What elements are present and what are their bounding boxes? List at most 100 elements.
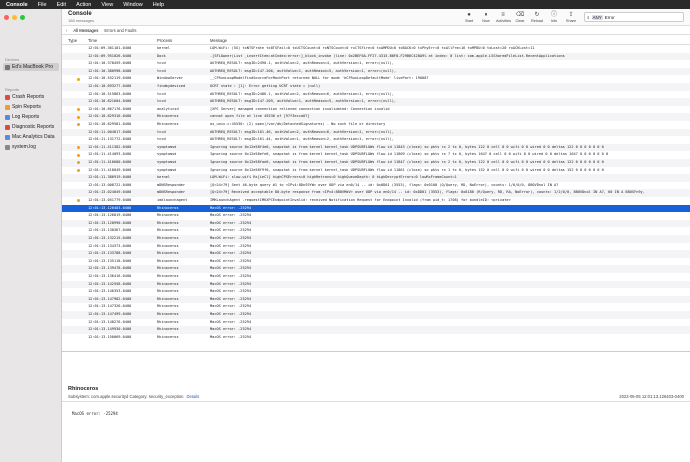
table-row[interactable]: 12:01:11.131772-0400 tccd AUTHREQ_RESULT: … (62, 136, 690, 144)
toolbar-button-activities[interactable]: ≡ Activities (496, 11, 511, 23)
log-process: Rhinoceros (157, 274, 179, 278)
toolbar-button-clear[interactable]: ⌫ Clear (513, 11, 527, 23)
column-type[interactable]: Type (68, 38, 77, 43)
toolbar-button-info[interactable]: ⓘ Info (547, 11, 561, 23)
table-row[interactable]: 12:01:10.552119-0400 WindowServer __CFRunL… (62, 75, 690, 83)
column-time[interactable]: Time (88, 38, 97, 43)
log-process: Rhinoceros (157, 243, 179, 248)
sidebar-item-report[interactable]: Diagnostic Reports (3, 123, 59, 131)
table-row[interactable]: 12:01:11.004817-0400 tccd AUTHREQ_RESULT: … (62, 128, 690, 137)
table-row[interactable]: 12:01:10.515863-0400 tccd AUTHREQ_RESULT: … (62, 91, 690, 99)
warning-dot-icon (77, 146, 80, 150)
log-time: 12:01:13.135118-0400 (88, 258, 132, 263)
toolbar-button-label: Reload (530, 19, 544, 23)
sidebar-item-report[interactable]: system.log (3, 143, 59, 151)
log-process: analyticsd (157, 106, 179, 111)
log-process: Rhinoceros (157, 289, 179, 294)
table-row[interactable]: 12:01:11.411382-0400 symptomsd Ignoring so… (62, 143, 690, 152)
toolbar-button-reload[interactable]: ↻ Reload (530, 11, 544, 23)
toolbar-button-share[interactable]: ⇪ Share (564, 11, 578, 23)
tab-errors-and-faults[interactable]: Errors and Faults (104, 28, 136, 33)
log-message: MacOS error: -25294 (210, 289, 252, 294)
table-row[interactable]: 12:01:13.147499-0400 Rhinoceros MacOS erro… (62, 311, 690, 319)
menu-item-window[interactable]: Window (123, 2, 143, 8)
search-field[interactable]: ⌕ ANY Error (584, 12, 684, 22)
table-row[interactable]: 12:01:09.361101-0400 kernel LQM-WiFi: (5G)… (62, 45, 690, 53)
log-time: 12:01:11.004817-0400 (88, 129, 132, 134)
search-token[interactable]: ANY (591, 14, 603, 20)
log-message: MacOS error: -25294 (210, 236, 252, 240)
menu-item-console[interactable]: Console (6, 2, 28, 8)
log-time: 12:01:13.142558-0400 (88, 281, 132, 286)
table-row[interactable]: 12:01:09.951026-0400 Dock -[SFLOwner(List … (62, 52, 690, 61)
warning-dot-icon (77, 168, 80, 172)
table-row[interactable]: 12:01:13.008722-0400 mDNSResponder [Q<24>7… (62, 182, 690, 190)
minimize-window-button[interactable] (12, 15, 17, 20)
table-row[interactable]: 12:01:13.132215-0400 Rhinoceros MacOS erro… (62, 235, 690, 243)
log-time: 12:01:10.515863-0400 (88, 91, 132, 96)
close-window-button[interactable] (4, 15, 9, 20)
menu-item-help[interactable]: Help (153, 2, 164, 8)
table-row[interactable]: 12:01:13.146353-0400 Rhinoceros MacOS erro… (62, 288, 690, 296)
log-message: AUTHREQ_RESULT: msgID=147.209, authValue… (210, 99, 397, 104)
log-table: 12:01:09.361101-0400 kernel LQM-WiFi: (5G)… (62, 45, 690, 351)
table-row[interactable]: 12:01:11.416600-0400 symptomsd Ignoring so… (62, 159, 690, 167)
report-icon (5, 124, 10, 130)
table-row[interactable]: 12:01:13.126403-0400 Rhinoceros MacOS erro… (62, 204, 690, 213)
menu-item-view[interactable]: View (101, 2, 113, 8)
table-row[interactable]: 12:01:13.126819-0400 Rhinoceros MacOS erro… (62, 212, 690, 220)
column-message[interactable]: Message (210, 38, 227, 43)
toolbar-button-label: Activities (496, 19, 511, 23)
sidebar-item-report[interactable]: Mac Analytics Data (3, 133, 59, 141)
table-row[interactable]: 12:01:13.139478-0400 Rhinoceros MacOS erro… (62, 265, 690, 273)
toolbar-button-label: Info (550, 19, 558, 23)
sidebar-item-report[interactable]: Spin Reports (3, 103, 59, 111)
chevron-left-icon[interactable]: ‹ (66, 28, 67, 33)
log-process: Rhinoceros (157, 296, 179, 301)
table-row[interactable]: 12:01:13.149930-0400 Rhinoceros MacOS erro… (62, 326, 690, 334)
table-row[interactable]: 12:01:13.024049-0400 mDNSResponder [Q<24>7… (62, 189, 690, 197)
report-icon (5, 94, 10, 100)
log-message: MacOS error: -25294 (210, 296, 252, 301)
table-row[interactable]: 12:01:13.148276-0400 Rhinoceros MacOS erro… (62, 319, 690, 327)
menu-item-action[interactable]: Action (76, 2, 91, 8)
table-row[interactable]: 12:01:10.378459-0400 tccd AUTHREQ_RESULT: … (62, 60, 690, 68)
table-row[interactable]: 12:01:13.051779-0400 imklaunchagent IMKLau… (62, 197, 690, 205)
search-input[interactable]: Error (605, 15, 615, 20)
table-row[interactable]: 12:01:13.142558-0400 Rhinoceros MacOS erro… (62, 280, 690, 289)
toolbar-button-now[interactable]: ⏸ Now (479, 11, 493, 23)
log-message: MacOS error: -25294 (210, 220, 252, 225)
log-message: MacOS error: -25294 (210, 312, 252, 316)
menu-item-file[interactable]: File (38, 2, 47, 8)
table-row[interactable]: 12:01:13.135118-0400 Rhinoceros MacOS erro… (62, 258, 690, 266)
table-row[interactable]: 12:01:10.829316-0400 Rhinoceros cannot ope… (62, 113, 690, 121)
sidebar-item-report[interactable]: Log Reports (3, 113, 59, 121)
table-row[interactable]: 12:01:10.380998-0400 tccd AUTHREQ_RESULT: … (62, 67, 690, 76)
table-row[interactable]: 12:01:13.128990-0400 Rhinoceros MacOS erro… (62, 219, 690, 228)
table-row[interactable]: 12:01:10.867176-0400 analyticsd [XPC Serve… (62, 106, 690, 114)
details-link[interactable]: Details (186, 394, 199, 399)
table-row[interactable]: 12:01:10.693277-0400 findmydeviced UCRT st… (62, 83, 690, 91)
log-process: tccd (157, 129, 166, 134)
table-row[interactable]: 12:01:13.150069-0400 Rhinoceros MacOS erro… (62, 334, 690, 342)
table-row[interactable]: 12:01:13.134373-0400 Rhinoceros MacOS erro… (62, 243, 690, 251)
menu-item-edit[interactable]: Edit (57, 2, 66, 8)
sidebar-item-device[interactable]: Ed's MacBook Pro (3, 63, 59, 71)
table-row[interactable]: 12:01:13.136416-0400 Rhinoceros MacOS erro… (62, 273, 690, 281)
table-row[interactable]: 12:01:11.414093-0400 symptomsd Ignoring so… (62, 151, 690, 159)
zoom-window-button[interactable] (20, 15, 25, 20)
table-row[interactable]: 12:01:10.829581-0400 Rhinoceros os_unix.c:… (62, 121, 690, 129)
table-row[interactable]: 12:01:13.147982-0400 Rhinoceros MacOS erro… (62, 295, 690, 304)
table-row[interactable]: 12:01:13.147326-0400 Rhinoceros MacOS erro… (62, 303, 690, 311)
table-row[interactable]: 12:01:13.133788-0400 Rhinoceros MacOS erro… (62, 250, 690, 258)
sidebar-item-report[interactable]: Crash Reports (3, 93, 59, 101)
tab-all-messages[interactable]: All Messages (73, 28, 98, 33)
table-row[interactable]: 12:01:11.418049-0400 symptomsd Ignoring so… (62, 167, 690, 175)
log-message: Ignoring source 0x12e58fae0, snapshot is… (210, 160, 604, 164)
table-row[interactable]: 12:01:10.821604-0400 tccd AUTHREQ_RESULT: … (62, 98, 690, 106)
toolbar-button-start[interactable]: ● Start (462, 11, 476, 23)
table-row[interactable]: 12:01:13.130367-0400 Rhinoceros MacOS erro… (62, 227, 690, 235)
main-pane: Console 168 messages ● Start ⏸ Now ≡ Activiti… (62, 9, 690, 462)
table-row[interactable]: 12:01:11.386919-0400 kernel LQM-WiFi: slow… (62, 174, 690, 182)
column-process[interactable]: Process (157, 38, 172, 43)
